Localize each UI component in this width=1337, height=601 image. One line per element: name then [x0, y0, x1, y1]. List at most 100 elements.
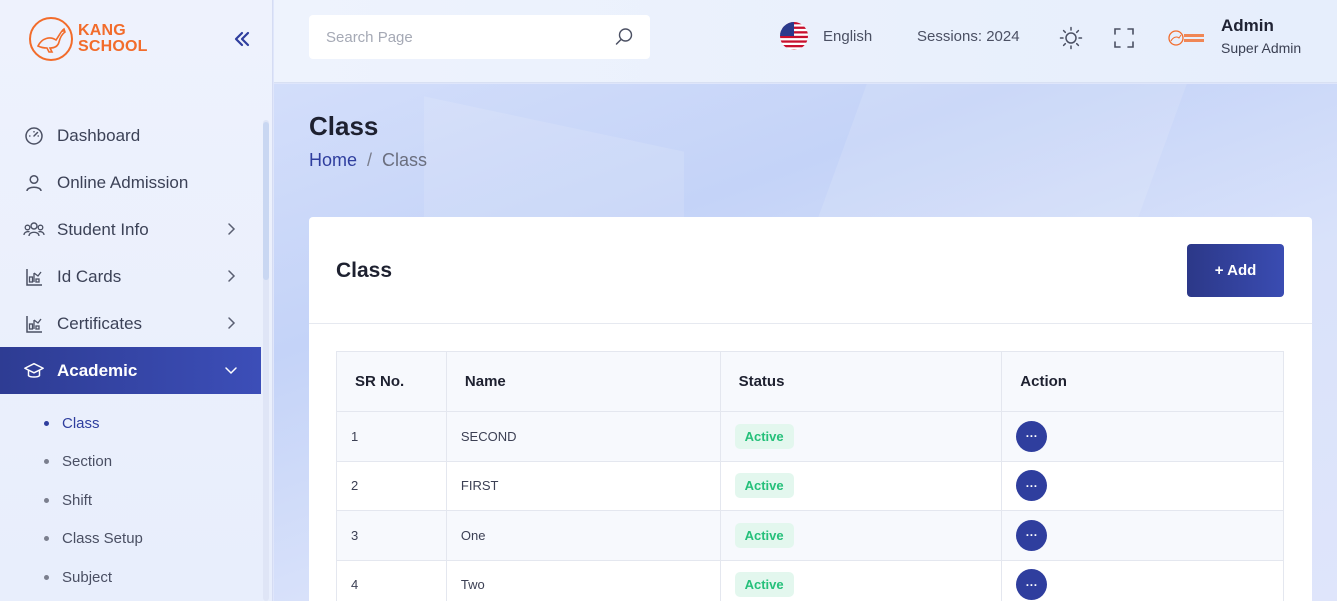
cell-status: Active — [719, 411, 1003, 462]
row-action-button[interactable]: ··· — [1016, 519, 1048, 551]
add-class-button[interactable]: + Add — [1187, 244, 1284, 297]
submenu-item-section[interactable]: Section — [0, 443, 261, 482]
user-name: Admin — [1221, 16, 1274, 35]
column-header-action: Action — [1001, 351, 1284, 412]
user-icon — [23, 172, 45, 194]
submenu-item-subject[interactable]: Subject — [0, 558, 261, 597]
sidebar-scrollbar-thumb[interactable] — [263, 122, 269, 280]
cell-action: ··· — [1001, 559, 1284, 601]
academic-submenu: Class Section Shift Class Setup Subject — [0, 394, 261, 597]
cell-sr: 1 — [336, 411, 447, 462]
sidebar-item-label: Online Admission — [57, 172, 189, 192]
users-icon — [23, 219, 45, 241]
cell-status: Active — [719, 559, 1003, 601]
user-role: Super Admin — [1221, 40, 1302, 56]
cell-name: FIRST — [445, 460, 721, 511]
chart-icon — [23, 266, 45, 288]
kangaroo-logo-icon — [29, 17, 73, 61]
gauge-icon — [23, 125, 45, 147]
bullet-dot-icon — [44, 536, 49, 542]
submenu-item-shift[interactable]: Shift — [0, 481, 261, 520]
submenu-item-class[interactable]: Class — [0, 404, 261, 443]
bullet-dot-icon — [44, 459, 49, 465]
sidebar-item-label: Certificates — [57, 313, 143, 333]
sidebar-item-academic[interactable]: Academic — [0, 347, 261, 394]
column-header-sr: SR No. — [336, 351, 447, 412]
sidebar-item-student-info[interactable]: Student Info — [0, 206, 261, 253]
class-table: SR No. Name Status Action 1 SECOND Activ… — [336, 351, 1284, 601]
sidebar-menu: Dashboard Online Admission Student Info … — [0, 112, 261, 597]
table-row: 3 One Active ··· — [336, 510, 1284, 561]
status-badge: Active — [734, 522, 794, 548]
cell-action: ··· — [1001, 510, 1284, 561]
chevron-down-icon — [225, 367, 237, 375]
cell-sr: 3 — [336, 510, 447, 561]
bullet-dot-icon — [44, 497, 49, 503]
chevron-right-icon — [228, 223, 236, 235]
row-action-button[interactable]: ··· — [1016, 569, 1048, 601]
language-label: English — [823, 27, 873, 45]
chart-icon — [23, 313, 45, 335]
sidebar-item-certificates[interactable]: Certificates — [0, 300, 261, 347]
page-title: Class — [309, 111, 379, 141]
bullet-dot-icon — [44, 420, 49, 426]
search-icon[interactable] — [614, 27, 634, 47]
status-badge: Active — [734, 572, 794, 598]
fullscreen-icon[interactable] — [1112, 26, 1136, 50]
column-header-status: Status — [719, 351, 1003, 412]
cell-sr: 2 — [336, 460, 447, 511]
class-card: Class + Add SR No. Name Status Action 1 … — [309, 217, 1312, 601]
submenu-item-label: Section — [62, 453, 113, 471]
submenu-item-label: Class Setup — [62, 530, 143, 548]
card-title: Class — [336, 259, 393, 282]
us-flag-icon — [780, 22, 808, 50]
breadcrumb-separator: / — [367, 150, 373, 170]
breadcrumb: Home / Class — [309, 150, 427, 171]
row-action-button[interactable]: ··· — [1016, 470, 1048, 502]
sidebar-item-id-cards[interactable]: Id Cards — [0, 253, 261, 300]
cell-status: Active — [719, 510, 1003, 561]
breadcrumb-current: Class — [382, 150, 428, 170]
cell-status: Active — [719, 460, 1003, 511]
graduation-cap-icon — [23, 360, 45, 382]
cell-sr: 4 — [336, 559, 447, 601]
bullet-dot-icon — [44, 574, 49, 580]
collapse-sidebar-icon[interactable] — [233, 30, 255, 52]
cell-name: Two — [445, 559, 721, 601]
sidebar-item-label: Student Info — [57, 219, 149, 239]
topbar: English Sessions: 2024 Admin Super Admin — [274, 0, 1337, 83]
table-row: 2 FIRST Active ··· — [336, 460, 1284, 511]
column-header-name: Name — [445, 351, 721, 412]
class-table-wrapper: SR No. Name Status Action 1 SECOND Activ… — [336, 351, 1284, 601]
breadcrumb-home-link[interactable]: Home — [309, 150, 357, 171]
sidebar-item-dashboard[interactable]: Dashboard — [0, 112, 261, 159]
search-box — [309, 15, 650, 59]
submenu-item-label: Class — [62, 414, 100, 432]
sidebar: KANG SCHOOL Dashboard Online Admission S… — [0, 0, 273, 601]
cell-action: ··· — [1001, 411, 1284, 462]
brand-line1: KANG — [78, 22, 126, 39]
submenu-item-label: Subject — [62, 568, 113, 586]
submenu-item-class-setup[interactable]: Class Setup — [0, 520, 261, 559]
row-action-button[interactable]: ··· — [1016, 420, 1048, 452]
cell-name: One — [445, 510, 721, 561]
sidebar-item-label: Id Cards — [57, 266, 122, 286]
status-badge: Active — [734, 473, 794, 499]
main-content: Class Home / Class Class + Add SR No. Na… — [274, 84, 1337, 601]
sessions-label[interactable]: Sessions: 2024 — [917, 28, 1020, 45]
chevron-right-icon — [228, 317, 236, 329]
cell-name: SECOND — [445, 411, 721, 462]
table-header-row: SR No. Name Status Action — [336, 351, 1284, 412]
card-header: Class + Add — [309, 217, 1312, 324]
sidebar-item-online-admission[interactable]: Online Admission — [0, 159, 261, 206]
status-badge: Active — [734, 423, 794, 449]
cell-action: ··· — [1001, 460, 1284, 511]
sidebar-item-label: Dashboard — [57, 125, 141, 145]
sun-icon[interactable] — [1059, 26, 1083, 50]
logo[interactable]: KANG SCHOOL — [28, 16, 148, 62]
submenu-item-label: Shift — [62, 491, 93, 509]
search-input[interactable] — [309, 17, 599, 57]
user-profile[interactable]: Admin Super Admin — [1167, 16, 1301, 58]
brand-line2: SCHOOL — [78, 38, 148, 55]
language-selector[interactable]: English — [779, 21, 872, 51]
